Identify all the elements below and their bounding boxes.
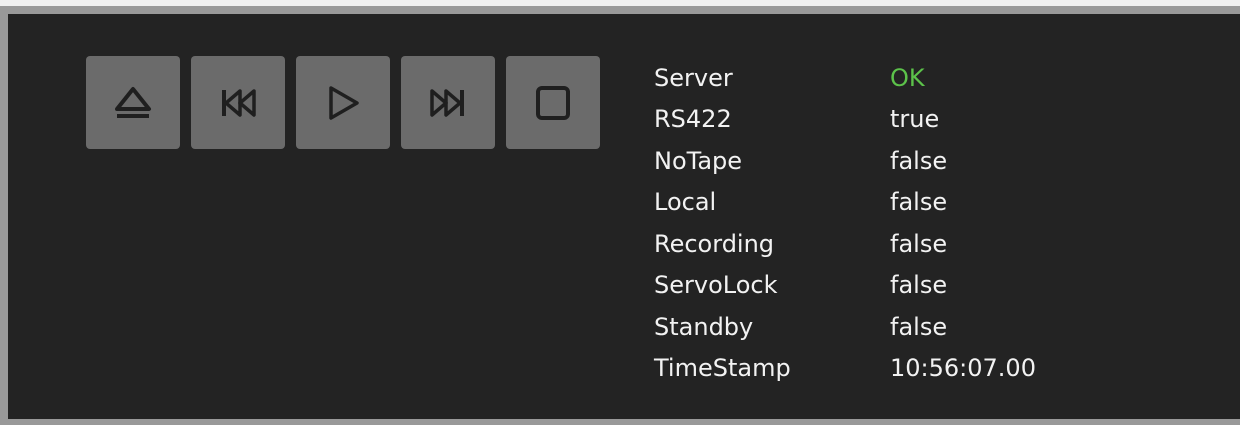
status-row-notape: NoTape false: [654, 140, 1036, 182]
eject-button[interactable]: [86, 56, 180, 149]
status-row-recording: Recording false: [654, 223, 1036, 265]
status-row-local: Local false: [654, 182, 1036, 224]
status-label: TimeStamp: [654, 354, 791, 383]
status-value: false: [890, 271, 948, 300]
status-row-standby: Standby false: [654, 306, 1036, 348]
eject-icon: [115, 86, 151, 118]
status-row-timestamp: TimeStamp 10:56:07.00: [654, 348, 1036, 390]
status-value: true: [890, 105, 940, 134]
stop-button[interactable]: [506, 56, 600, 149]
status-label: Recording: [654, 229, 775, 258]
status-label: ServoLock: [654, 271, 778, 300]
status-row-servolock: ServoLock false: [654, 265, 1036, 307]
transport-controls: [86, 56, 600, 149]
status-label: Standby: [654, 312, 754, 341]
previous-icon: [222, 88, 256, 117]
status-row-rs422: RS422 true: [654, 99, 1036, 141]
status-value: 10:56:07.00: [890, 354, 1036, 383]
next-icon: [430, 88, 464, 117]
status-value: false: [890, 146, 948, 175]
status-table: Server OK RS422 true NoTape false Local …: [654, 57, 1036, 389]
status-label: Server: [654, 63, 733, 92]
next-button[interactable]: [401, 56, 495, 149]
status-row-server: Server OK: [654, 57, 1036, 99]
status-label: Local: [654, 188, 717, 217]
play-icon: [329, 85, 359, 120]
play-button[interactable]: [296, 56, 390, 149]
status-label: NoTape: [654, 146, 743, 175]
stop-icon: [536, 85, 570, 120]
status-label: RS422: [654, 105, 732, 134]
status-value: false: [890, 188, 948, 217]
status-value: false: [890, 229, 948, 258]
status-value: OK: [890, 63, 925, 92]
status-value: false: [890, 312, 948, 341]
previous-button[interactable]: [191, 56, 285, 149]
